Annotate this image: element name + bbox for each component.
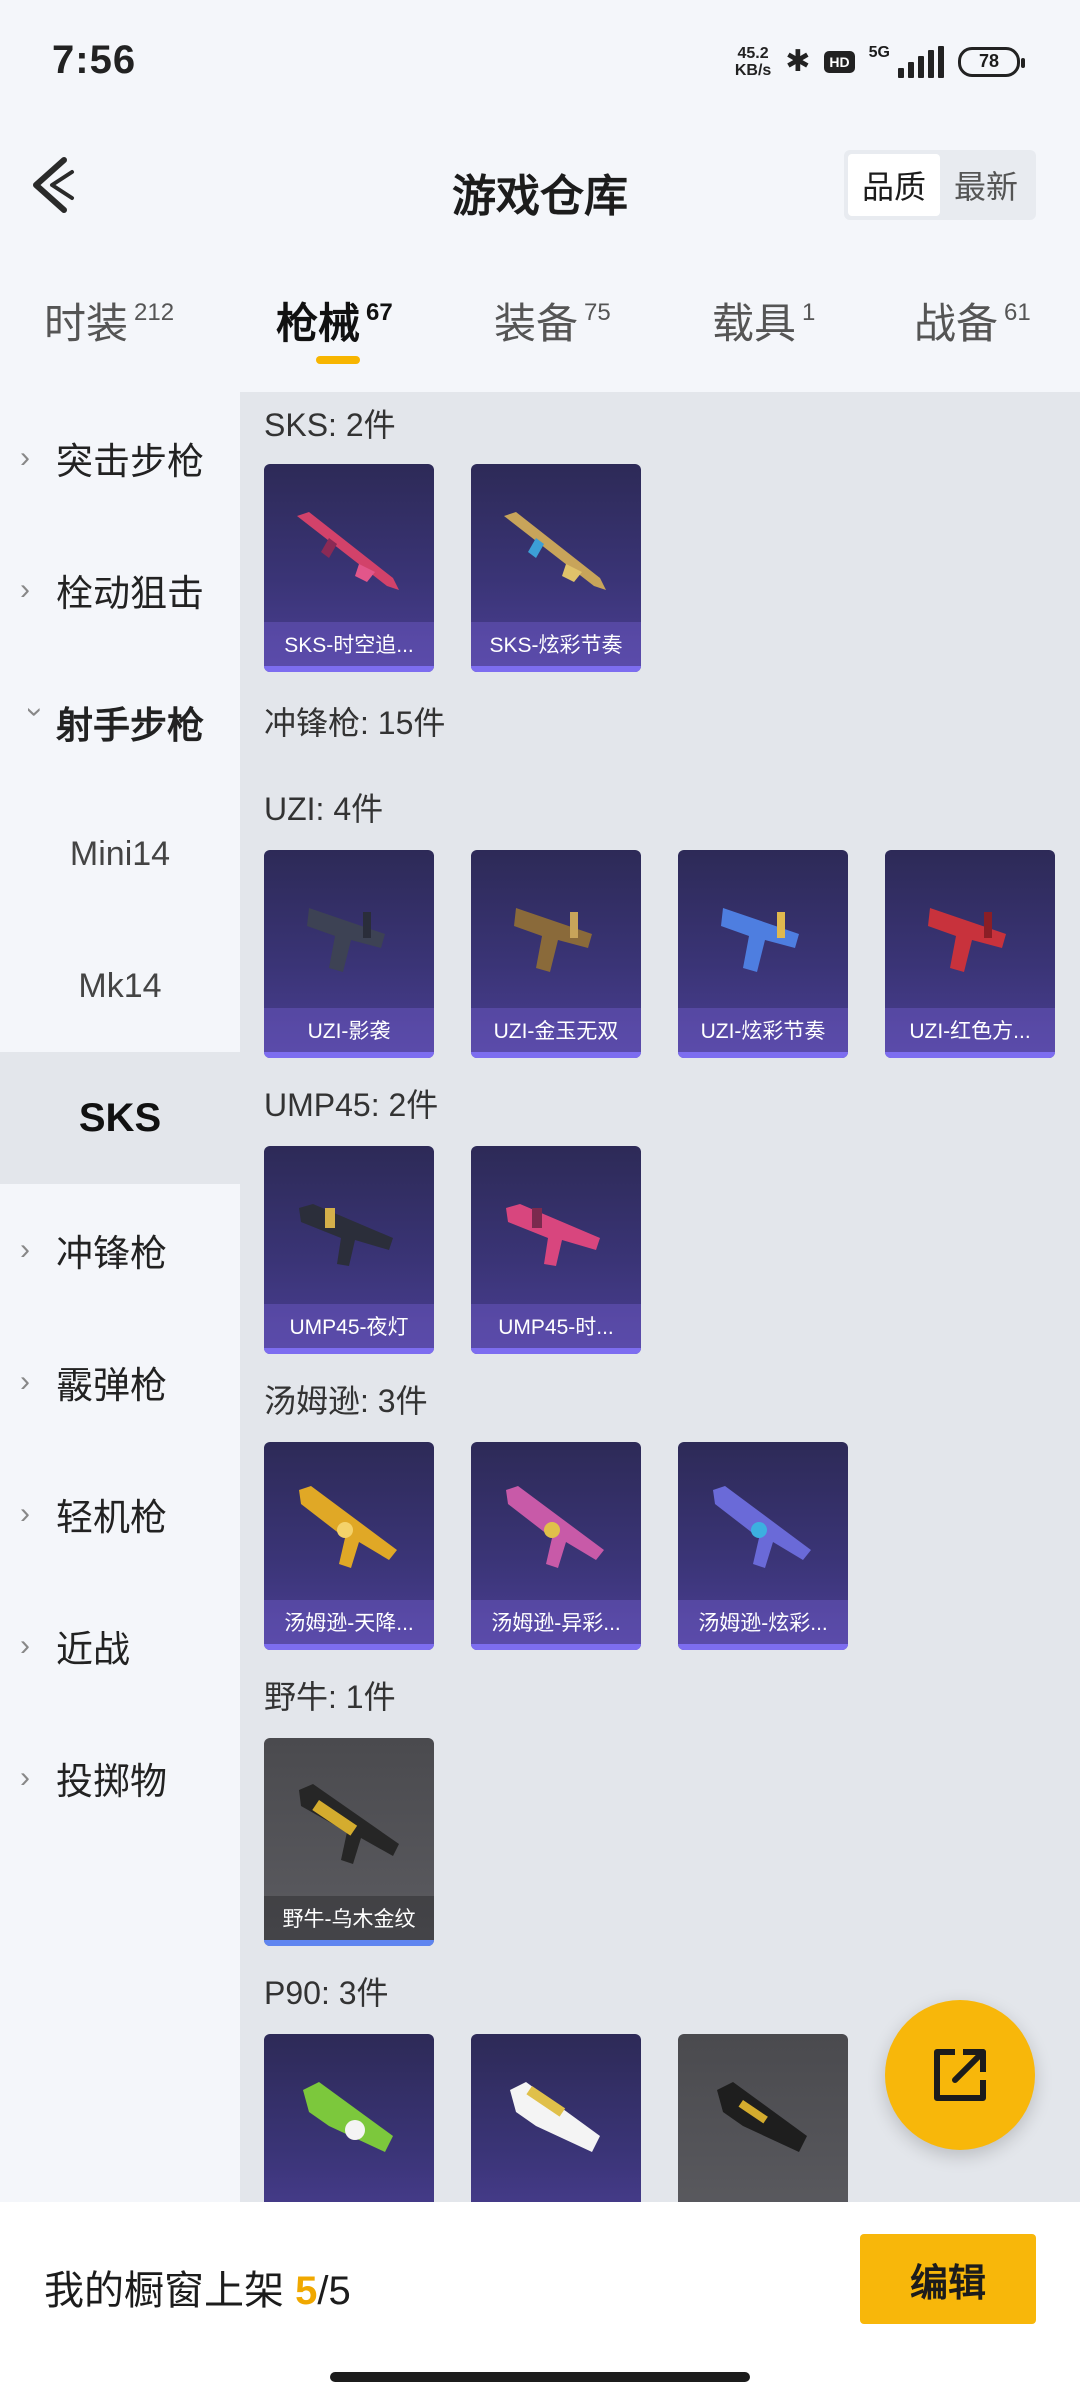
home-indicator[interactable] <box>330 2372 750 2382</box>
weapon-card[interactable]: 野牛-乌木金纹 <box>264 1738 434 1946</box>
chevron-right-icon: › <box>20 1497 30 1530</box>
sidebar-item-bolt-sniper[interactable]: › 栓动狙击 <box>0 524 240 656</box>
smg-icon <box>721 908 799 972</box>
smg-icon <box>299 1784 399 1864</box>
weapon-card[interactable] <box>264 2034 434 2202</box>
header: 游戏仓库 品质 最新 <box>0 130 1080 240</box>
weapon-card[interactable]: UMP45-夜灯 <box>264 1146 434 1354</box>
status-time: 7:56 <box>52 38 137 82</box>
smg-icon <box>713 1486 811 1568</box>
showcase-total: 5 <box>328 2269 351 2313</box>
net-speed: 45.2 KB/s <box>734 44 772 79</box>
chevron-right-icon: › <box>20 573 30 606</box>
sidebar-item-smg[interactable]: › 冲锋枪 <box>0 1184 240 1316</box>
smg-icon <box>506 1204 600 1266</box>
chevron-right-icon: › <box>20 1761 30 1794</box>
showcase-status: 我的橱窗上架 5/5 <box>44 2269 351 2313</box>
tab-vehicles[interactable]: 载具 1 <box>712 290 815 351</box>
smg-icon <box>506 1486 604 1568</box>
weapon-card[interactable]: UZI-金玉无双 <box>471 850 641 1058</box>
status-bar: 7:56 45.2 KB/s ✱ HD 5G 78 <box>0 0 1080 130</box>
section-title-sks: SKS: 2件 <box>264 407 396 443</box>
signal-icon <box>898 45 944 78</box>
weapon-list: SKS: 2件 SKS-时空追... SKS-炫彩节奏 冲锋枪: 15件 UZI… <box>240 392 1080 2202</box>
sidebar-item-shotgun[interactable]: › 霰弹枪 <box>0 1316 240 1448</box>
weapon-card[interactable]: 汤姆逊-异彩... <box>471 1442 641 1650</box>
weapon-card[interactable] <box>678 2034 848 2202</box>
chevron-right-icon: › <box>20 441 30 474</box>
sidebar-item-lmg[interactable]: › 轻机枪 <box>0 1448 240 1580</box>
rifle-icon <box>504 512 606 590</box>
sort-toggle: 品质 最新 <box>843 150 1036 220</box>
chevron-right-icon: › <box>20 1365 30 1398</box>
rifle-icon <box>297 512 399 590</box>
weapon-card[interactable]: SKS-炫彩节奏 <box>471 464 641 672</box>
weapon-card[interactable]: UZI-影袭 <box>264 850 434 1058</box>
weapon-card[interactable] <box>471 2034 641 2202</box>
weapon-card[interactable]: UZI-红色方... <box>885 850 1055 1058</box>
sidebar-subitem-mini14[interactable]: Mini14 <box>0 788 240 920</box>
hd-icon: HD <box>824 50 855 73</box>
status-icons: 45.2 KB/s ✱ HD 5G 78 <box>734 44 1025 79</box>
smg-icon <box>303 2082 393 2152</box>
sort-quality-button[interactable]: 品质 <box>847 154 940 216</box>
smg-icon <box>299 1486 397 1568</box>
sidebar-item-throwables[interactable]: › 投掷物 <box>0 1712 240 1844</box>
smg-icon <box>510 2082 600 2152</box>
weapon-card[interactable]: UMP45-时... <box>471 1146 641 1354</box>
sort-latest-button[interactable]: 最新 <box>940 154 1032 216</box>
sidebar-subitem-sks[interactable]: SKS <box>0 1052 240 1184</box>
sidebar-item-marksman-rifle[interactable]: › 射手步枪 <box>0 656 240 788</box>
chevron-right-icon: › <box>20 1233 30 1266</box>
sidebar-item-melee[interactable]: › 近战 <box>0 1580 240 1712</box>
chevron-right-icon: › <box>20 1629 30 1662</box>
weapon-type-sidebar: › 突击步枪 › 栓动狙击 › 射手步枪 Mini14 Mk14 SKS › 冲锋枪 ›… <box>0 392 240 2202</box>
section-title-smg: 冲锋枪: 15件 <box>264 705 446 741</box>
showcase-count: 5 <box>295 2269 318 2313</box>
tab-equipment[interactable]: 装备 75 <box>494 290 611 351</box>
edit-button[interactable]: 编辑 <box>860 2234 1036 2324</box>
smg-icon <box>928 908 1006 972</box>
chevron-down-icon: › <box>19 707 52 717</box>
section-title-tommy: 汤姆逊: 3件 <box>264 1383 428 1419</box>
network-type: 5G <box>868 44 890 61</box>
section-title-bizon: 野牛: 1件 <box>264 1679 396 1715</box>
section-title-p90: P90: 3件 <box>264 1975 389 2011</box>
showcase-bar: 我的橱窗上架 5/5 编辑 <box>0 2202 1080 2400</box>
sidebar-subitem-mk14[interactable]: Mk14 <box>0 920 240 1052</box>
category-tabs: 时装 212 枪械 67 装备 75 载具 1 战备 61 <box>0 290 1080 390</box>
weapon-card[interactable]: UZI-炫彩节奏 <box>678 850 848 1058</box>
tab-supplies[interactable]: 战备 61 <box>914 290 1031 351</box>
battery-icon: 78 <box>958 46 1025 77</box>
weapon-card[interactable]: 汤姆逊-天降... <box>264 1442 434 1650</box>
smg-icon <box>717 2082 807 2152</box>
weapon-card[interactable]: 汤姆逊-炫彩... <box>678 1442 848 1650</box>
share-icon <box>934 2049 986 2101</box>
smg-icon <box>514 908 592 972</box>
weapon-card[interactable]: SKS-时空追... <box>264 464 434 672</box>
sidebar-item-assault-rifle[interactable]: › 突击步枪 <box>0 392 240 524</box>
tab-fashion[interactable]: 时装 212 <box>44 290 174 351</box>
section-title-uzi: UZI: 4件 <box>264 791 384 827</box>
tab-guns[interactable]: 枪械 67 <box>276 290 393 364</box>
share-button[interactable] <box>885 2000 1035 2150</box>
smg-icon <box>299 1204 393 1266</box>
bluetooth-icon: ✱ <box>785 45 811 78</box>
smg-icon <box>307 908 385 972</box>
section-title-ump45: UMP45: 2件 <box>264 1087 439 1123</box>
